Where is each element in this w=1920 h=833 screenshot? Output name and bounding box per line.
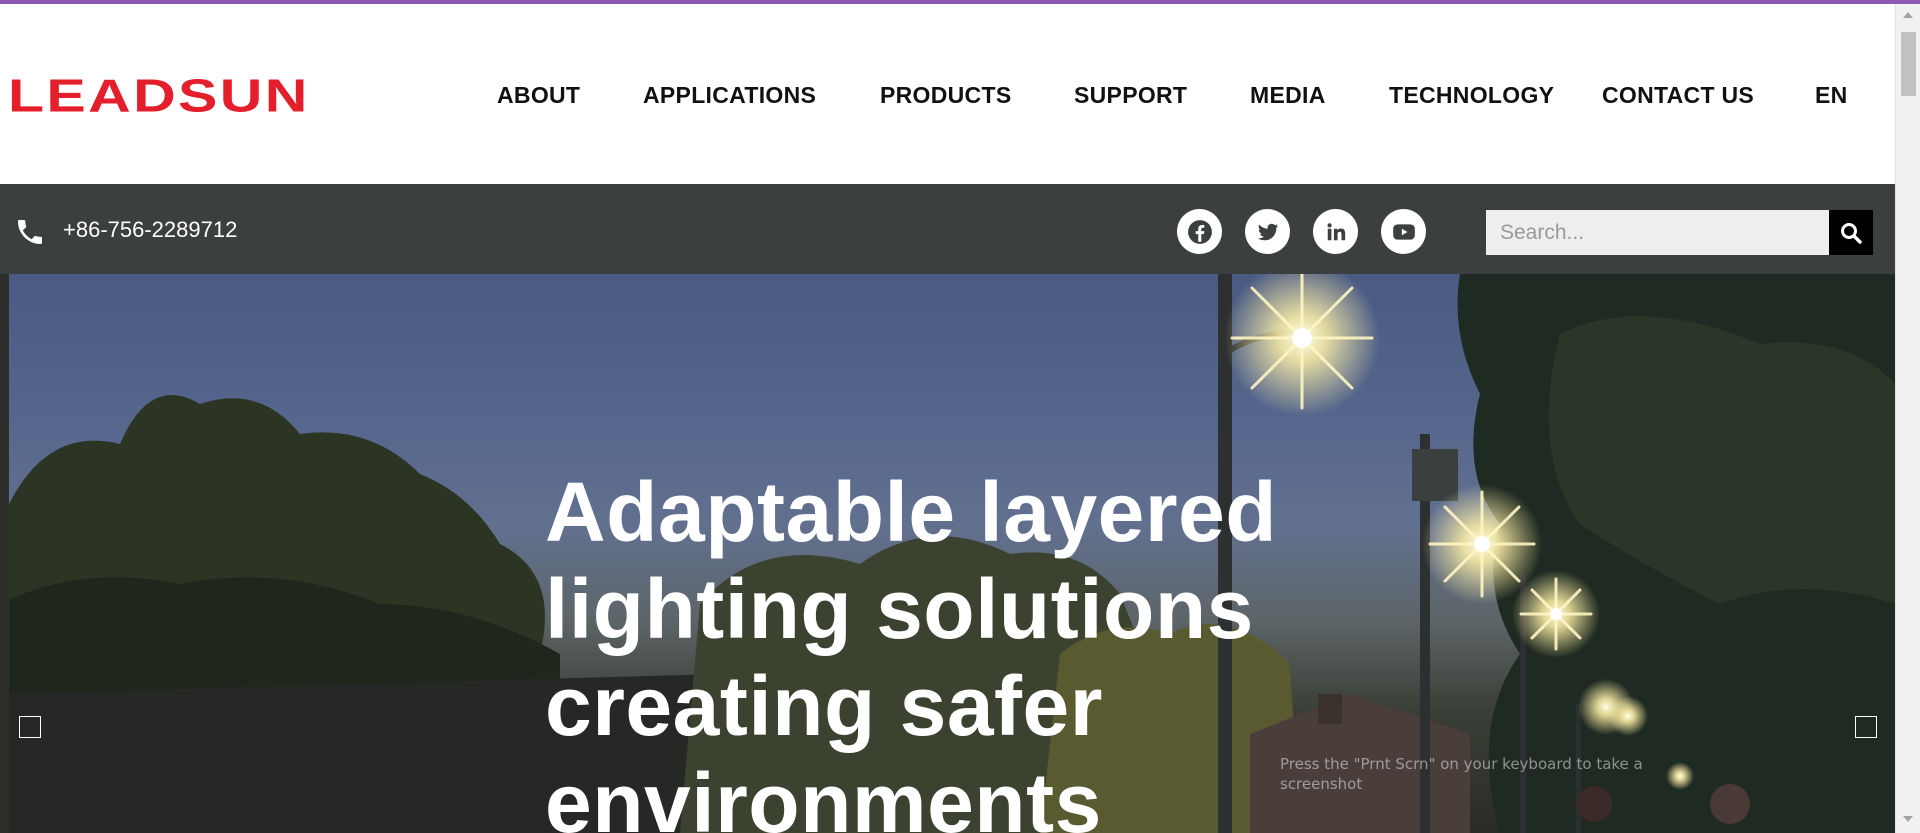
linkedin-icon [1326, 222, 1345, 240]
nav-item-applications[interactable]: APPLICATIONS [643, 82, 816, 109]
linkedin-link[interactable] [1313, 209, 1358, 254]
youtube-link[interactable] [1381, 209, 1426, 254]
nav-item-contact-us[interactable]: CONTACT US [1602, 82, 1754, 109]
page: LEADSUN ABOUT APPLICATIONS PRODUCTS SUPP… [0, 0, 1920, 833]
site-header: LEADSUN ABOUT APPLICATIONS PRODUCTS SUPP… [0, 4, 1895, 184]
scroll-up-icon[interactable] [1903, 12, 1913, 18]
facebook-link[interactable] [1177, 209, 1222, 254]
screenshot-toast: Press the "Prnt Scrn" on your keyboard t… [1280, 754, 1680, 794]
slider-prev-button[interactable] [19, 716, 41, 738]
slider-next-button[interactable] [1855, 716, 1877, 738]
nav-item-about[interactable]: ABOUT [497, 82, 580, 109]
nav-item-technology[interactable]: TECHNOLOGY [1389, 82, 1554, 109]
language-selector[interactable]: EN [1815, 82, 1848, 109]
phone-icon [18, 220, 42, 244]
main-nav: ABOUT APPLICATIONS PRODUCTS SUPPORT MEDI… [0, 82, 1895, 114]
facebook-icon [1187, 219, 1212, 244]
hero-headline-line: Adaptable layered [545, 465, 1278, 559]
youtube-icon [1392, 223, 1415, 240]
twitter-icon [1257, 223, 1278, 240]
nav-item-products[interactable]: PRODUCTS [880, 82, 1011, 109]
toast-line: screenshot [1280, 775, 1363, 793]
hero-slider: Adaptable layered lighting solutions cre… [0, 274, 1895, 833]
nav-item-media[interactable]: MEDIA [1250, 82, 1326, 109]
nav-item-support[interactable]: SUPPORT [1074, 82, 1187, 109]
vertical-scrollbar[interactable] [1895, 4, 1920, 833]
search-icon [1841, 222, 1862, 244]
scroll-down-icon[interactable] [1903, 816, 1913, 822]
phone-number[interactable]: +86-756-2289712 [63, 217, 237, 243]
search-button[interactable] [1829, 210, 1873, 255]
search-input[interactable] [1486, 210, 1829, 255]
twitter-link[interactable] [1245, 209, 1290, 254]
hero-headline-line: creating safer [545, 659, 1103, 753]
scrollbar-thumb[interactable] [1901, 32, 1916, 96]
toast-line: Press the "Prnt Scrn" on your keyboard t… [1280, 755, 1643, 773]
info-bar: +86-756-2289712 [0, 184, 1895, 274]
hero-headline-line: lighting solutions [545, 562, 1254, 656]
